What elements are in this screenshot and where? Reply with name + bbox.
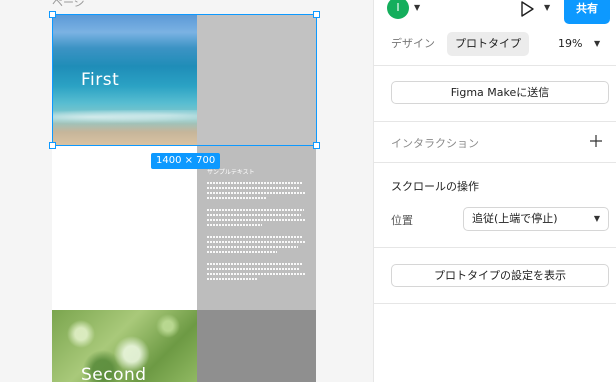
user-avatar[interactable]: I	[387, 0, 409, 19]
divider	[374, 303, 616, 304]
divider	[374, 247, 616, 248]
leaf-image[interactable]: Second	[52, 310, 197, 382]
tab-prototype[interactable]: プロトタイプ	[447, 32, 529, 56]
white-block[interactable]	[52, 145, 197, 310]
tab-design[interactable]: デザイン	[383, 32, 443, 56]
hero-title[interactable]: First	[81, 70, 119, 90]
frame-label[interactable]: ページ	[52, 0, 85, 10]
chevron-down-icon[interactable]: ▼	[544, 3, 550, 12]
position-select[interactable]: 追従(上端で停止) ▼	[463, 207, 609, 231]
chevron-down-icon[interactable]: ▼	[594, 32, 600, 56]
second-title[interactable]: Second	[81, 365, 147, 382]
divider	[374, 65, 616, 66]
play-icon[interactable]	[518, 0, 536, 18]
size-badge: 1400 × 700	[151, 153, 221, 169]
gray-panel-top[interactable]	[197, 14, 316, 145]
position-select-value: 追従(上端で停止)	[472, 212, 558, 225]
chevron-down-icon: ▼	[593, 214, 600, 223]
panel-topbar: I ▼ ▼ 共有	[374, 0, 616, 26]
properties-panel: I ▼ ▼ 共有 デザイン プロトタイプ 19% ▼ Figma Makeに送信…	[373, 0, 616, 382]
placeholder-text-lines	[207, 182, 307, 283]
show-prototype-settings-button[interactable]: プロトタイプの設定を表示	[391, 264, 609, 287]
interactions-title: インタラクション	[391, 137, 479, 150]
divider	[374, 121, 616, 122]
design-canvas[interactable]: ページ First サンプルテキスト Second 1400 × 700	[0, 0, 373, 382]
panel-tabs: デザイン プロトタイプ 19% ▼	[374, 32, 616, 56]
plus-icon[interactable]	[589, 134, 603, 148]
zoom-level[interactable]: 19%	[558, 32, 582, 56]
wave-foam	[52, 110, 197, 124]
send-to-figma-make-button[interactable]: Figma Makeに送信	[391, 81, 609, 104]
hero-image[interactable]: First	[52, 14, 197, 145]
sample-text-block[interactable]: サンプルテキスト	[197, 145, 316, 310]
chevron-down-icon[interactable]: ▼	[414, 3, 420, 12]
share-button[interactable]: 共有	[564, 0, 610, 24]
divider	[374, 162, 616, 163]
position-label: 位置	[391, 214, 413, 227]
scroll-behavior-title: スクロールの操作	[391, 180, 479, 193]
gray-panel-bottom[interactable]	[197, 310, 316, 382]
